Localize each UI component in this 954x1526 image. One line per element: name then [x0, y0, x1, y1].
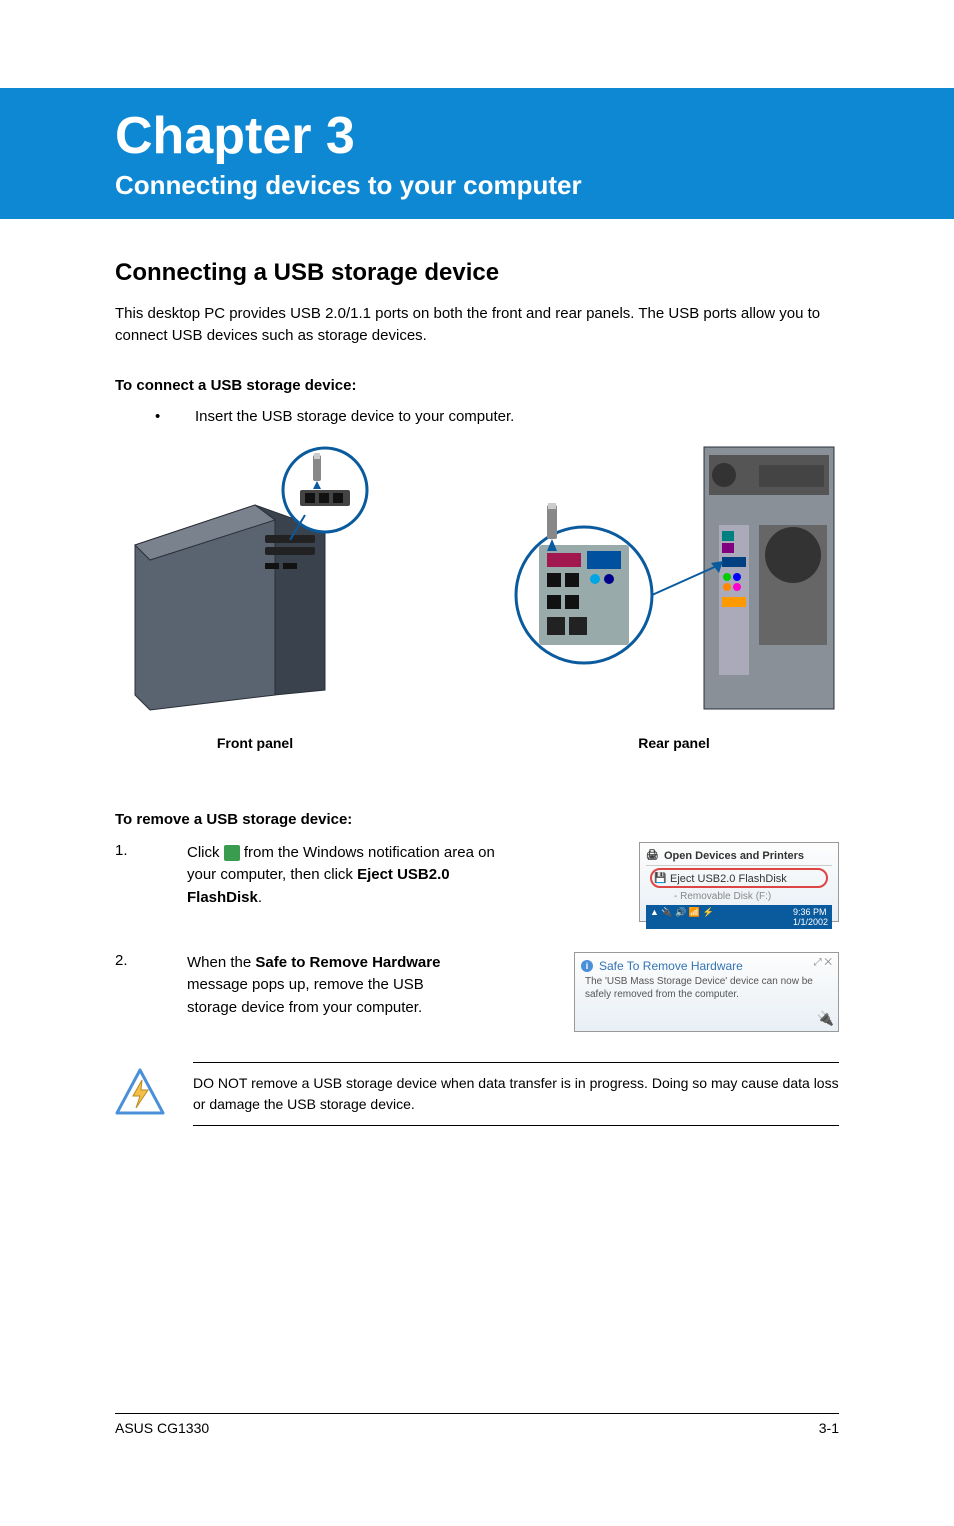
rear-panel-label: Rear panel: [509, 735, 839, 751]
footer-model: ASUS CG1330: [115, 1420, 209, 1436]
menu-removable-disk: - Removable Disk (F:): [646, 890, 832, 903]
menu-open-devices: Open Devices and Printers: [646, 847, 832, 866]
step-1-pre: Click: [187, 844, 224, 861]
balloon-close-icon: ⤢ ✕: [814, 957, 832, 968]
step-1-text: Click from the Windows notification area…: [187, 842, 527, 922]
footer-page-number: 3-1: [819, 1420, 839, 1436]
taskbar-tray: ▲ 🔌 🔊 📶 ⚡ 9:36 PM1/1/2002: [646, 905, 832, 929]
front-panel-illustration: [115, 445, 395, 715]
rear-panel-figure: Rear panel: [509, 445, 839, 751]
safe-remove-screenshot: ⤢ ✕ i Safe To Remove Hardware The 'USB M…: [574, 952, 839, 1032]
page-footer: ASUS CG1330 3-1: [115, 1413, 839, 1436]
balloon-title: Safe To Remove Hardware: [599, 959, 743, 973]
step-2-number: 2.: [115, 952, 187, 1032]
intro-paragraph: This desktop PC provides USB 2.0/1.1 por…: [115, 303, 839, 347]
front-panel-figure: Front panel: [115, 445, 395, 751]
balloon-body: The 'USB Mass Storage Device' device can…: [581, 975, 832, 1001]
warning-note: DO NOT remove a USB storage device when …: [115, 1062, 839, 1126]
section-heading: Connecting a USB storage device: [115, 259, 839, 287]
connect-bullet: • Insert the USB storage device to your …: [155, 408, 839, 425]
step-2: 2. When the Safe to Remove Hardware mess…: [115, 952, 839, 1032]
front-panel-label: Front panel: [115, 735, 395, 751]
step-1-end: .: [258, 889, 262, 906]
usb-corner-icon: 🔌: [817, 1010, 834, 1027]
step-2-bold: Safe to Remove Hardware: [255, 954, 440, 971]
chapter-title: Chapter 3: [115, 106, 924, 166]
bullet-marker: •: [155, 408, 195, 425]
chapter-subtitle: Connecting devices to your computer: [115, 170, 924, 201]
step-2-text: When the Safe to Remove Hardware message…: [187, 952, 477, 1032]
chapter-banner: Chapter 3 Connecting devices to your com…: [0, 88, 954, 219]
step-2-pre: When the: [187, 954, 255, 971]
info-icon: i: [581, 960, 593, 972]
warning-lightning-icon: [115, 1062, 165, 1123]
menu-eject-flashdisk: Eject USB2.0 FlashDisk: [650, 868, 828, 888]
step-1: 1. Click from the Windows notification a…: [115, 842, 839, 922]
remove-heading: To remove a USB storage device:: [115, 811, 839, 828]
usb-tray-icon: [224, 845, 240, 861]
step-2-end: message pops up, remove the USB storage …: [187, 976, 424, 1016]
connect-bullet-text: Insert the USB storage device to your co…: [195, 408, 514, 425]
eject-menu-screenshot: Open Devices and Printers Eject USB2.0 F…: [639, 842, 839, 922]
warning-text: DO NOT remove a USB storage device when …: [193, 1062, 839, 1126]
rear-panel-illustration: [509, 445, 839, 715]
step-1-number: 1.: [115, 842, 187, 922]
connect-heading: To connect a USB storage device:: [115, 377, 839, 394]
